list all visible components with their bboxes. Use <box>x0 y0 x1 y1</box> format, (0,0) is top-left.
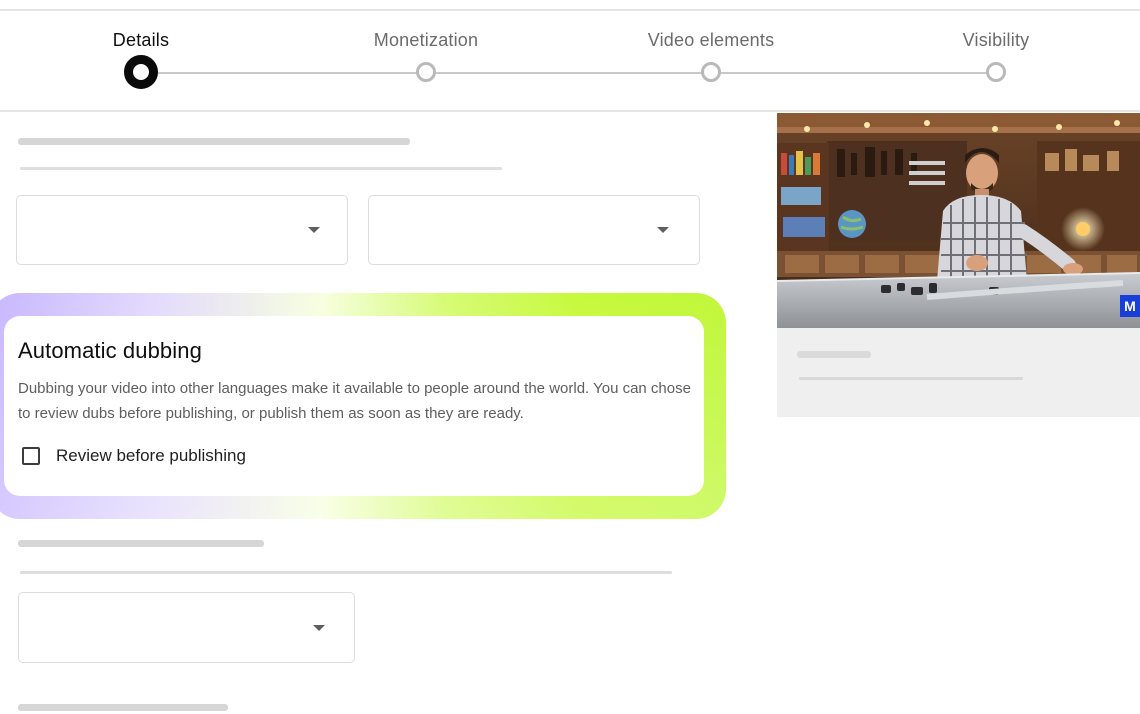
step-visibility-dot <box>986 62 1006 82</box>
top-divider <box>0 9 1140 11</box>
placeholder-line-1 <box>20 167 502 170</box>
review-before-publishing-label[interactable]: Review before publishing <box>56 446 246 466</box>
header-divider <box>0 110 1140 112</box>
step-visibility[interactable]: Visibility <box>896 12 1096 82</box>
step-monetization-dot <box>416 62 436 82</box>
chevron-down-icon <box>308 227 320 233</box>
placeholder-line-2 <box>20 571 672 574</box>
chevron-down-icon <box>657 227 669 233</box>
review-checkbox-row[interactable]: Review before publishing <box>22 446 246 466</box>
dropdown-select-1[interactable] <box>16 195 348 265</box>
step-details[interactable]: Details <box>41 12 241 89</box>
placeholder-heading-2 <box>18 540 264 547</box>
upload-stepper: Details Monetization Video elements Visi… <box>0 12 1140 110</box>
review-before-publishing-checkbox[interactable] <box>22 447 40 465</box>
workshop-video-frame: M <box>777 113 1140 328</box>
automatic-dubbing-card: Automatic dubbing Dubbing your video int… <box>4 316 704 496</box>
step-video-elements-label: Video elements <box>647 30 775 50</box>
dropdown-select-2[interactable] <box>368 195 700 265</box>
placeholder-video-link <box>799 377 1023 380</box>
placeholder-heading-3 <box>18 704 228 711</box>
video-info-panel <box>777 328 1140 417</box>
placeholder-heading-1 <box>18 138 410 145</box>
dubbing-description: Dubbing your video into other languages … <box>18 380 691 422</box>
step-video-elements[interactable]: Video elements <box>611 12 811 82</box>
dropdown-select-3[interactable] <box>18 592 355 663</box>
video-thumbnail[interactable]: M <box>777 113 1140 328</box>
step-visibility-label: Visibility <box>962 30 1030 50</box>
chevron-down-icon <box>313 624 325 631</box>
step-details-dot <box>124 55 158 89</box>
dubbing-title: Automatic dubbing <box>18 338 202 363</box>
step-details-label: Details <box>112 30 170 50</box>
thumbnail-badge: M <box>1124 298 1136 314</box>
step-video-elements-dot <box>701 62 721 82</box>
stepper-line <box>141 72 996 74</box>
step-monetization-label: Monetization <box>373 30 479 50</box>
placeholder-video-title <box>797 351 871 358</box>
step-monetization[interactable]: Monetization <box>326 12 526 82</box>
